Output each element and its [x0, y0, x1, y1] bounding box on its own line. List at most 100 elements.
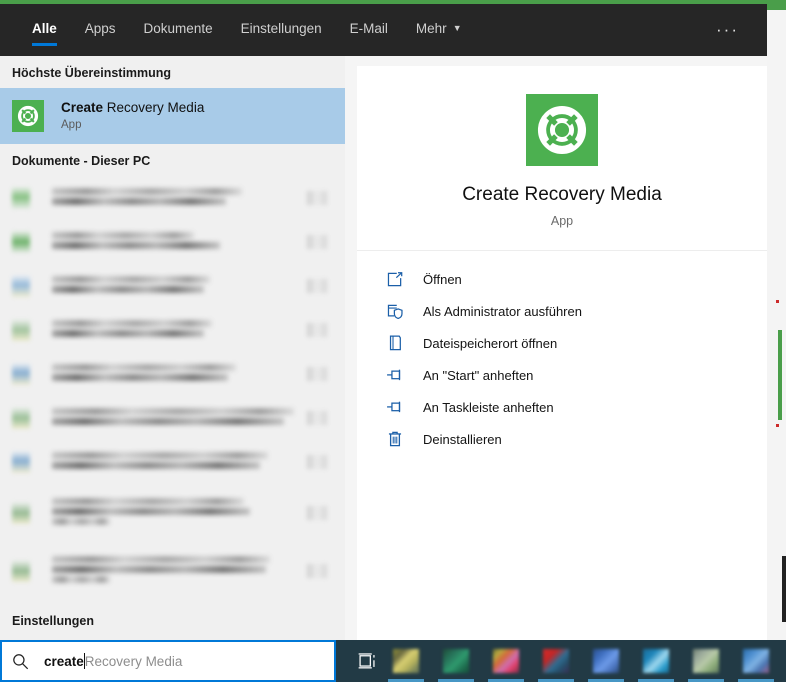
search-filter-tabbar: Alle Apps Dokumente Einstellungen E-Mail…: [0, 4, 767, 56]
list-item[interactable]: [0, 220, 345, 264]
taskbar-app-4[interactable]: [536, 640, 576, 682]
redacted-app-icon: [743, 649, 769, 673]
document-icon: [12, 363, 30, 385]
list-item[interactable]: [0, 396, 345, 440]
document-icon: [12, 231, 30, 253]
taskbar-app-1[interactable]: [386, 640, 426, 682]
redacted-text: [52, 556, 270, 586]
best-match-text: Create Recovery Media App: [61, 100, 204, 132]
action-run-as-administrator[interactable]: Als Administrator ausführen: [357, 295, 767, 327]
redacted-meta: [307, 506, 327, 520]
action-pin-to-taskbar[interactable]: An Taskleiste anheften: [357, 391, 767, 423]
list-item[interactable]: [0, 352, 345, 396]
action-open[interactable]: Öffnen: [357, 263, 767, 295]
redacted-text: [52, 188, 242, 208]
tab-label: Einstellungen: [240, 21, 322, 36]
task-view-icon[interactable]: [350, 652, 386, 670]
tab-dokumente[interactable]: Dokumente: [130, 4, 227, 56]
tab-apps[interactable]: Apps: [71, 4, 130, 56]
taskbar: [336, 640, 786, 682]
taskbar-app-7[interactable]: [686, 640, 726, 682]
shield-run-icon: [385, 304, 405, 319]
list-item[interactable]: [0, 308, 345, 352]
background-noise-pixel: [776, 424, 779, 427]
action-pin-to-start[interactable]: An "Start" anheften: [357, 359, 767, 391]
detail-actions-list: Öffnen Als Administrator ausführen Datei…: [357, 251, 767, 455]
best-match-result-create-recovery-media[interactable]: Create Recovery Media App: [0, 88, 345, 144]
action-label: Als Administrator ausführen: [423, 303, 582, 319]
redacted-meta: [307, 564, 327, 578]
background-green-band-lower: [778, 330, 782, 420]
redacted-text: [52, 232, 220, 252]
redacted-app-icon: [643, 649, 669, 673]
tab-einstellungen[interactable]: Einstellungen: [227, 4, 336, 56]
redacted-app-icon: [443, 649, 469, 673]
redacted-meta: [307, 279, 327, 293]
document-icon: [12, 187, 30, 209]
search-icon: [12, 653, 32, 670]
list-item[interactable]: [0, 176, 345, 220]
tab-label: Dokumente: [143, 21, 213, 36]
redacted-meta: [307, 367, 327, 381]
taskbar-app-8[interactable]: [736, 640, 776, 682]
detail-header: Create Recovery Media App: [357, 66, 767, 251]
redacted-text: [52, 452, 268, 472]
detail-subtitle: App: [550, 214, 574, 228]
detail-title: Create Recovery Media: [462, 184, 662, 205]
tab-label: Apps: [84, 21, 116, 36]
tab-alle[interactable]: Alle: [18, 4, 71, 56]
background-noise-pixel: [776, 300, 779, 303]
document-icon: [12, 275, 30, 297]
search-typed-text: create: [44, 653, 84, 669]
best-match-title-rest: Recovery Media: [103, 99, 205, 115]
search-text-content: create Recovery Media: [44, 653, 182, 669]
document-icon: [12, 451, 30, 473]
redacted-meta: [307, 411, 327, 425]
redacted-text: [52, 276, 210, 296]
action-open-file-location[interactable]: Dateispeicherort öffnen: [357, 327, 767, 359]
search-input[interactable]: create Recovery Media: [0, 640, 336, 682]
best-match-title-matched: Create: [61, 99, 104, 115]
document-icon: [12, 319, 30, 341]
tab-mehr[interactable]: Mehr ▼: [402, 4, 476, 56]
list-item[interactable]: [0, 484, 345, 542]
redacted-meta: [307, 323, 327, 337]
action-label: Öffnen: [423, 271, 462, 287]
best-match-title: Create Recovery Media: [61, 100, 204, 117]
taskbar-row: create Recovery Media: [0, 640, 786, 682]
document-icon: [12, 407, 30, 429]
document-icon: [12, 502, 30, 524]
group-header-best-match: Höchste Übereinstimmung: [12, 66, 172, 80]
group-header-settings: Einstellungen: [12, 614, 94, 628]
action-uninstall[interactable]: Deinstallieren: [357, 423, 767, 455]
lifebuoy-icon: [526, 94, 598, 166]
search-results-body: Höchste Übereinstimmung Create Recovery …: [0, 56, 767, 642]
trash-icon: [385, 431, 405, 447]
action-label: An "Start" anheften: [423, 367, 534, 383]
results-list-pane[interactable]: Höchste Übereinstimmung Create Recovery …: [0, 56, 345, 642]
tab-label: Mehr: [415, 21, 447, 36]
pane-divider: [345, 56, 357, 642]
redacted-app-icon: [693, 649, 719, 673]
redacted-text: [52, 408, 294, 428]
best-match-subtitle: App: [61, 118, 82, 131]
folder-location-icon: [385, 335, 405, 351]
action-label: Dateispeicherort öffnen: [423, 335, 558, 351]
redacted-app-icon: [493, 649, 519, 673]
tab-email[interactable]: E-Mail: [336, 4, 402, 56]
taskbar-app-5[interactable]: [586, 640, 626, 682]
taskbar-app-3[interactable]: [486, 640, 526, 682]
redacted-text: [52, 320, 212, 340]
action-label: An Taskleiste anheften: [423, 399, 554, 415]
list-item[interactable]: [0, 542, 345, 600]
list-item[interactable]: [0, 264, 345, 308]
redacted-app-icon: [593, 649, 619, 673]
taskbar-app-6[interactable]: [636, 640, 676, 682]
taskbar-app-2[interactable]: [436, 640, 476, 682]
redacted-meta: [307, 455, 327, 469]
document-icon: [12, 560, 30, 582]
search-autocomplete-suggestion: Recovery Media: [84, 653, 183, 669]
more-options-button[interactable]: ···: [716, 20, 739, 40]
chevron-down-icon: ▼: [452, 23, 462, 33]
list-item[interactable]: [0, 440, 345, 484]
